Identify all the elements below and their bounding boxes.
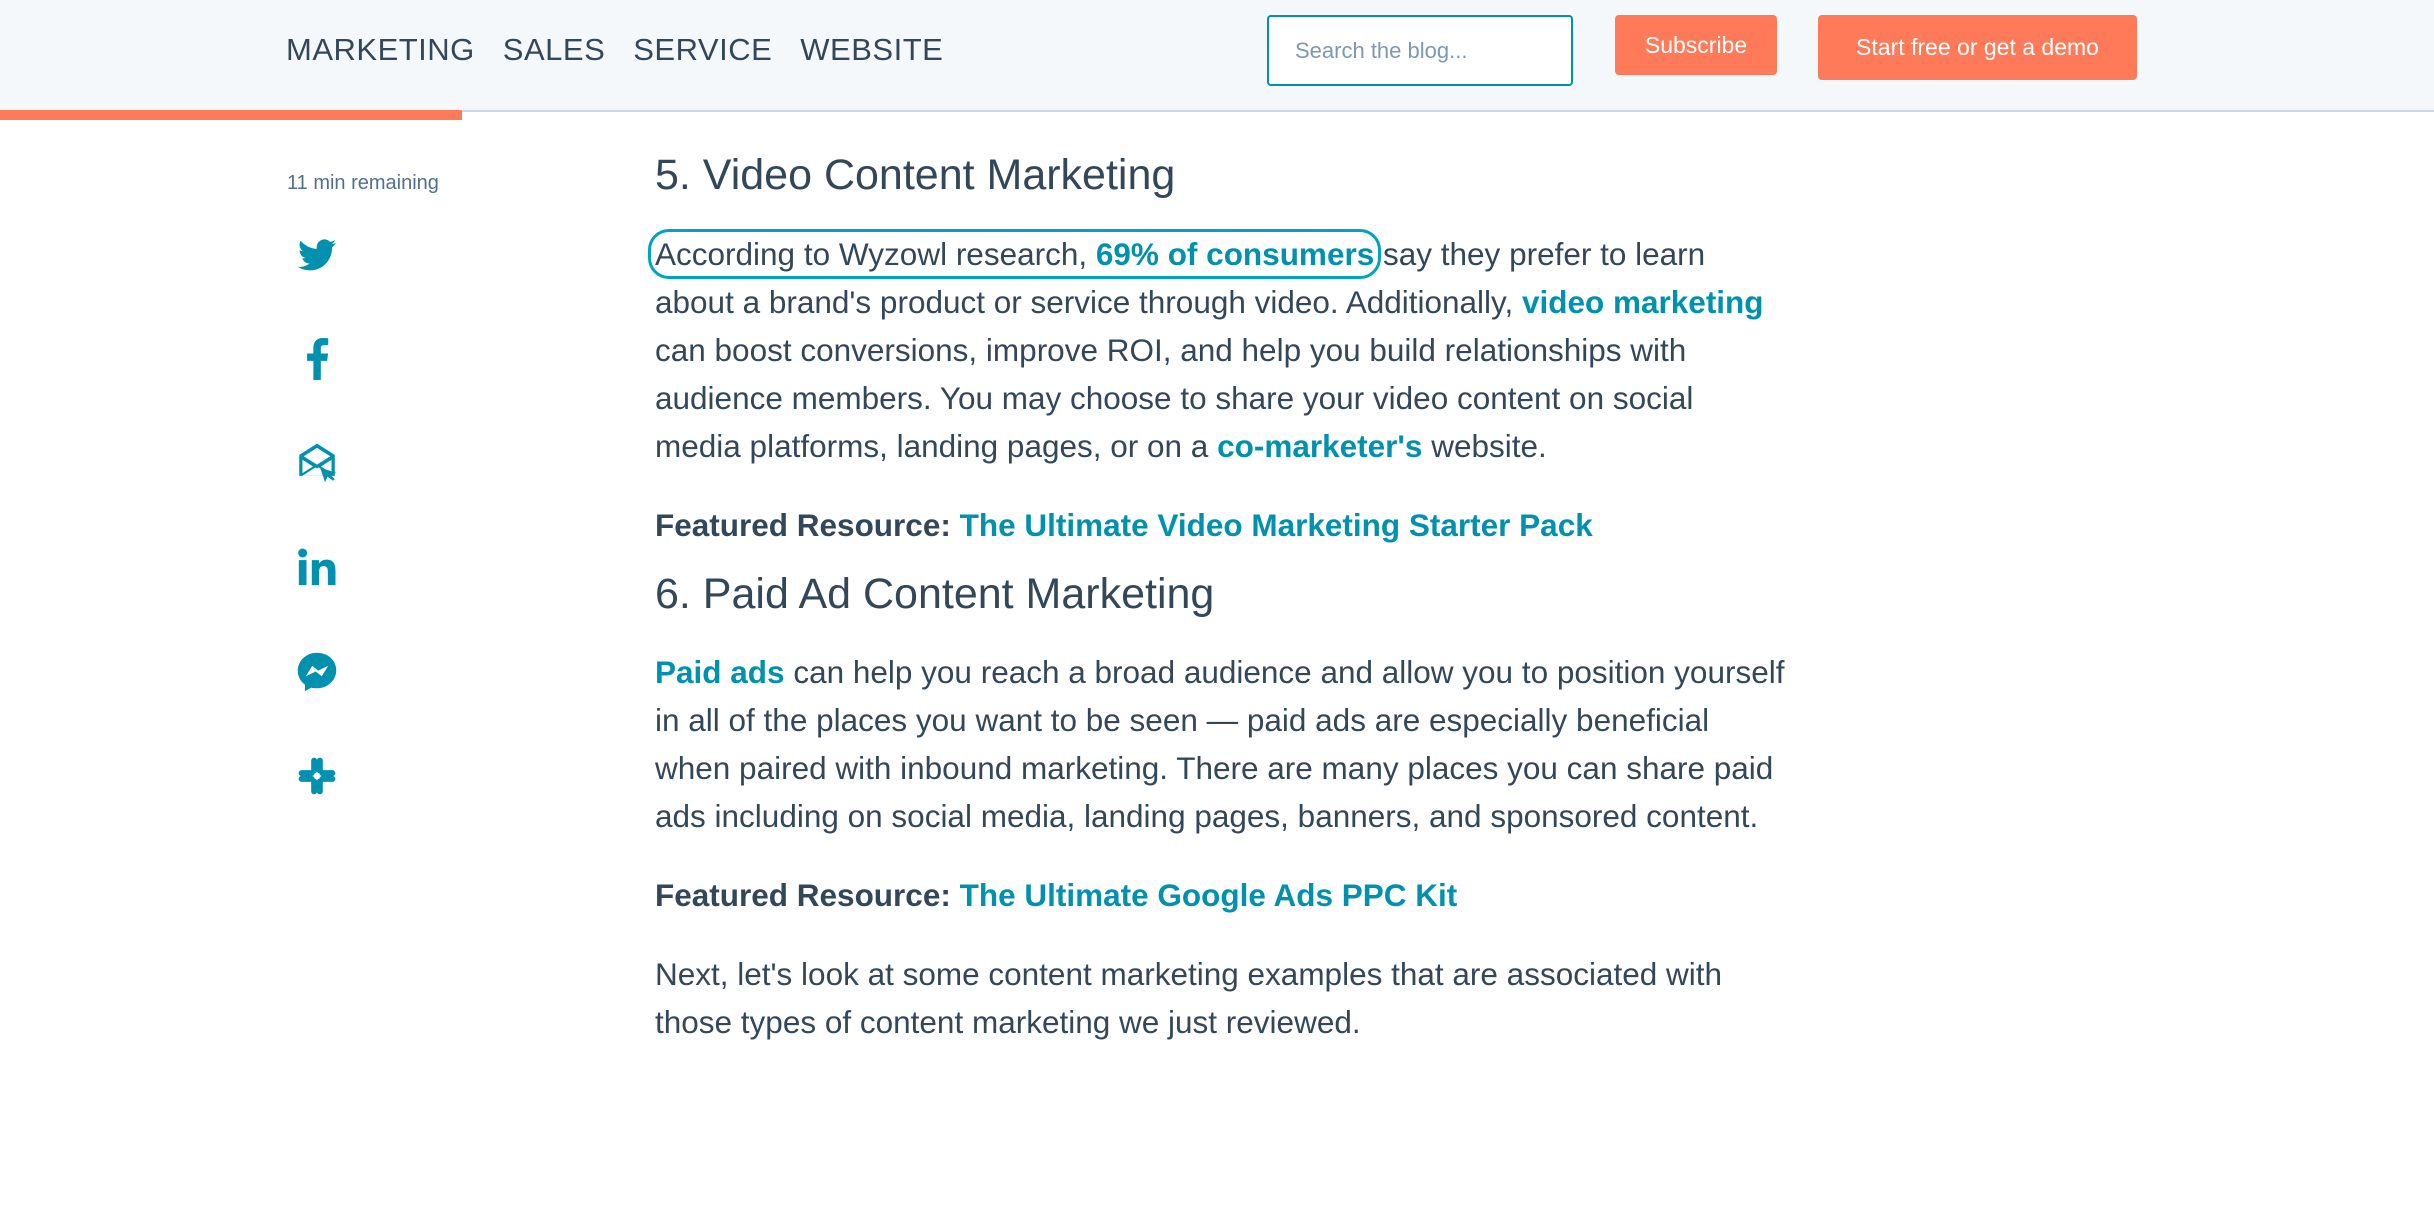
paragraph-next: Next, let's look at some content marketi…: [655, 956, 1723, 1041]
subscribe-button[interactable]: Subscribe: [1615, 15, 1777, 75]
slack-icon: [298, 757, 336, 795]
main-nav: MARKETING SALES SERVICE WEBSITE: [286, 0, 943, 100]
focused-text-highlight: According to Wyzowl research, 69% of con…: [647, 228, 1382, 279]
article-body: 5. Video Content Marketing According to …: [647, 150, 1785, 1046]
paragraph-video: According to Wyzowl research, 69% of con…: [647, 228, 1785, 470]
featured-resource-paid-ads: Featured Resource: The Ultimate Google A…: [655, 871, 1785, 919]
top-nav-bar: MARKETING SALES SERVICE WEBSITE Subscrib…: [0, 0, 2434, 112]
nav-item-sales[interactable]: SALES: [503, 32, 605, 68]
text-span: According to Wyzowl research,: [655, 235, 1096, 272]
link-69-percent-consumers[interactable]: 69% of consumers: [1096, 236, 1374, 272]
text-span: website.: [1422, 427, 1547, 464]
nav-item-marketing[interactable]: MARKETING: [286, 32, 475, 68]
twitter-icon: [298, 239, 336, 271]
nav-item-website[interactable]: WEBSITE: [800, 32, 943, 68]
link-google-ads-ppc-kit[interactable]: The Ultimate Google Ads PPC Kit: [960, 877, 1458, 913]
share-facebook-button[interactable]: [294, 336, 340, 382]
share-twitter-button[interactable]: [294, 232, 340, 278]
nav-item-service[interactable]: SERVICE: [633, 32, 772, 68]
section-heading-video: 5. Video Content Marketing: [655, 151, 1176, 199]
linkedin-icon: [298, 548, 336, 586]
featured-resource-label: Featured Resource:: [655, 877, 951, 914]
share-email-button[interactable]: [294, 440, 340, 486]
link-video-marketing[interactable]: video marketing: [1522, 284, 1764, 320]
search-input[interactable]: [1269, 17, 1571, 84]
reading-progress-bar: [0, 110, 463, 120]
text-span: can help you reach a broad audience and …: [655, 654, 1785, 835]
start-free-demo-button[interactable]: Start free or get a demo: [1818, 15, 2137, 80]
paragraph-paid-ads: Paid ads can help you reach a broad audi…: [655, 648, 1785, 840]
link-video-marketing-starter-pack[interactable]: The Ultimate Video Marketing Starter Pac…: [960, 507, 1593, 543]
email-icon: [299, 443, 337, 483]
time-remaining: 11 min remaining: [287, 172, 439, 194]
share-slack-button[interactable]: [294, 753, 340, 799]
facebook-icon: [307, 338, 329, 380]
featured-resource-label: Featured Resource:: [655, 506, 951, 543]
messenger-icon: [297, 652, 337, 692]
share-messenger-button[interactable]: [294, 649, 340, 695]
share-linkedin-button[interactable]: [294, 544, 340, 590]
blog-search: [1267, 15, 1573, 86]
link-co-marketers[interactable]: co-marketer's: [1217, 428, 1422, 464]
featured-resource-video: Featured Resource: The Ultimate Video Ma…: [655, 501, 1785, 549]
section-heading-paid-ads: 6. Paid Ad Content Marketing: [655, 569, 1215, 618]
link-paid-ads[interactable]: Paid ads: [655, 654, 785, 690]
